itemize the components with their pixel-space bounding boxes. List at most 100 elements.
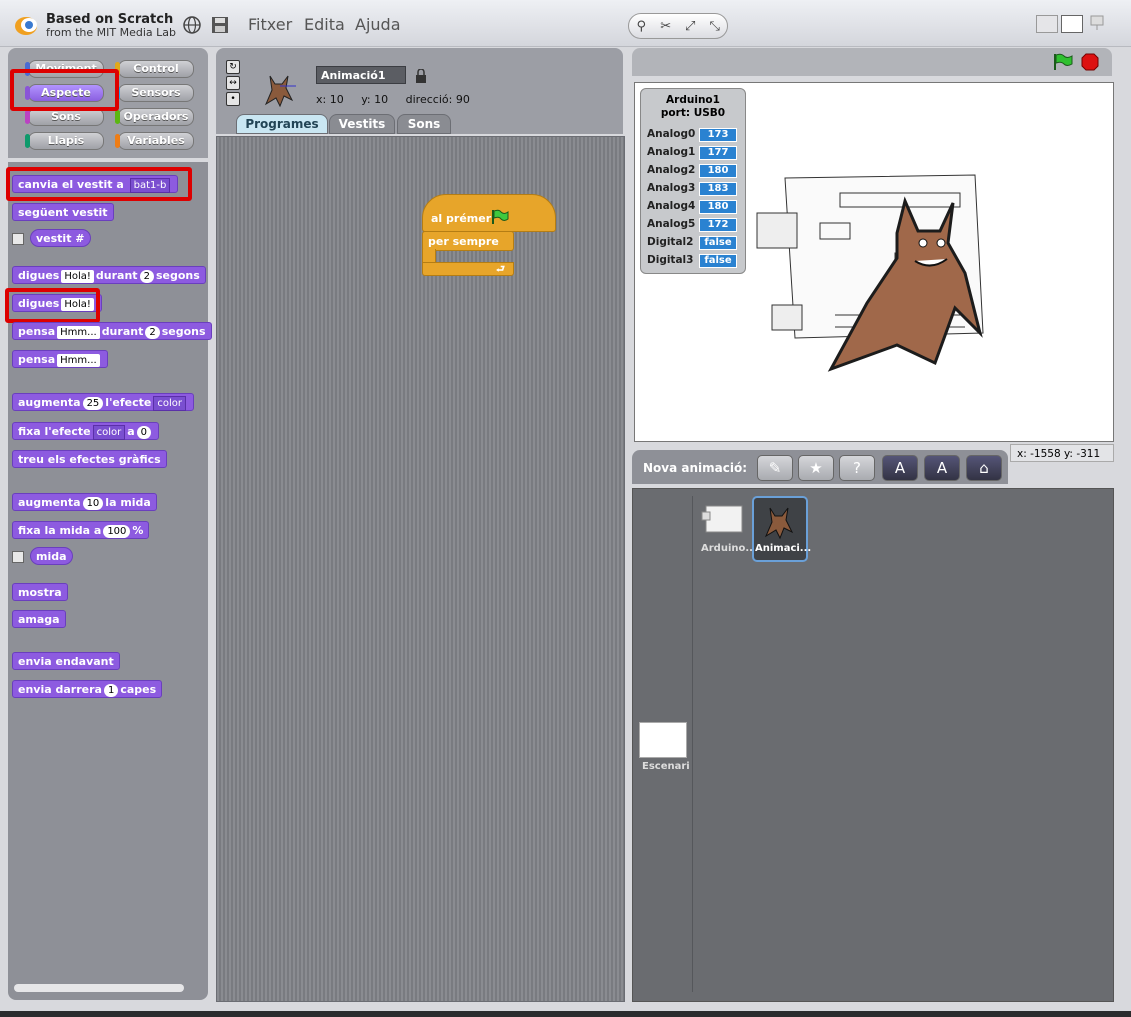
think-input[interactable]: Hmm... xyxy=(57,353,100,367)
brand-title: Based on Scratch xyxy=(46,12,174,27)
sprite-thumb-arduino[interactable] xyxy=(700,500,748,540)
block-think[interactable]: pensa Hmm... xyxy=(12,350,108,368)
menu-edit[interactable]: Edita xyxy=(304,15,345,34)
set-effect-value-input[interactable]: 0 xyxy=(136,425,152,439)
watcher-row-value: 177 xyxy=(699,146,737,160)
block-show[interactable]: mostra xyxy=(12,583,68,601)
new-sprite-label: Nova animació: xyxy=(643,461,748,475)
tab-costumes[interactable]: Vestits xyxy=(329,114,395,134)
taskbar-strip xyxy=(0,1011,1131,1017)
shrink-icon[interactable]: ⤡ xyxy=(704,19,726,34)
save-disk-icon[interactable] xyxy=(210,15,230,35)
stage-thumbnail[interactable] xyxy=(639,722,687,758)
mouse-coordinates: x: -1558 y: -311 xyxy=(1010,444,1114,462)
block-when-flag-clicked[interactable]: al prémer xyxy=(422,194,556,232)
stop-button-icon[interactable] xyxy=(1081,53,1099,71)
effect-dropdown[interactable]: color xyxy=(153,395,187,411)
block-change-size[interactable]: augmenta 10 la mida xyxy=(12,493,157,511)
watcher-row-name: Digital2 xyxy=(647,236,694,248)
category-control[interactable]: Control xyxy=(115,60,194,78)
watcher-row-name: Analog4 xyxy=(647,200,696,212)
block-go-front[interactable]: envia endavant xyxy=(12,652,120,670)
watcher-row-name: Analog5 xyxy=(647,218,696,230)
category-pen[interactable]: Llapis xyxy=(25,132,104,150)
block-set-effect[interactable]: fixa l'efecte color a 0 xyxy=(12,422,160,440)
block-think-for[interactable]: pensa Hmm... durant 2 segons xyxy=(12,322,212,340)
tab-sounds[interactable]: Sons xyxy=(397,114,451,134)
watcher-port: port: USB0 xyxy=(660,107,726,119)
layers-input[interactable]: 1 xyxy=(103,683,119,697)
arduino-sprite-icon[interactable]: A xyxy=(882,455,918,481)
small-stage-icon[interactable] xyxy=(1036,15,1058,33)
block-forever[interactable]: per sempre xyxy=(422,231,514,251)
say-secs-input[interactable]: 2 xyxy=(139,269,154,283)
costume-num-checkbox[interactable] xyxy=(12,233,24,245)
think-secs-input[interactable]: 2 xyxy=(145,325,160,339)
category-operators[interactable]: Operadors xyxy=(115,108,194,126)
category-variables[interactable]: Variables xyxy=(115,132,194,150)
corral-divider xyxy=(692,496,693,992)
presentation-mode-icon[interactable] xyxy=(1090,15,1104,31)
stage-label: Escenari xyxy=(642,761,690,772)
arduino-edit-icon[interactable]: A xyxy=(924,455,960,481)
block-change-effect[interactable]: augmenta 25 l'efecte color xyxy=(12,393,195,411)
block-costume-num[interactable]: vestit # xyxy=(30,229,91,247)
set-effect-dropdown[interactable]: color xyxy=(92,424,126,440)
palette-scrollbar[interactable] xyxy=(14,984,184,992)
paint-sprite-icon[interactable]: ✎ xyxy=(757,455,793,481)
block-size[interactable]: mida xyxy=(30,547,73,565)
watcher-row-name: Analog3 xyxy=(647,182,696,194)
tab-scripts[interactable]: Programes xyxy=(236,114,328,134)
loop-arrow-icon: ⮐ xyxy=(496,264,505,275)
category-sensing[interactable]: Sensors xyxy=(115,84,194,102)
block-hide[interactable]: amaga xyxy=(12,610,66,628)
sprite-label-arduino: Arduino... xyxy=(701,543,757,554)
watcher-row-name: Digital3 xyxy=(647,254,694,266)
watcher-row-name: Analog2 xyxy=(647,164,696,176)
size-checkbox[interactable] xyxy=(12,551,24,563)
scripts-area[interactable] xyxy=(216,136,625,1002)
cut-icon[interactable]: ✂ xyxy=(655,19,677,34)
stage-header xyxy=(632,48,1112,76)
normal-stage-icon[interactable] xyxy=(1061,15,1083,33)
highlight-switch-costume xyxy=(6,167,192,201)
arduino-watcher[interactable]: Arduino1 port: USB0 Analog0 173 Analog1 17… xyxy=(640,88,746,274)
watcher-row-value: 172 xyxy=(699,218,737,232)
size-input[interactable]: 100 xyxy=(103,524,131,538)
stamp-icon[interactable]: ⚲ xyxy=(630,19,652,34)
green-flag-icon xyxy=(492,209,509,224)
random-sprite-icon[interactable]: ? xyxy=(839,455,875,481)
block-go-back[interactable]: envia darrera 1 capes xyxy=(12,680,163,698)
grow-icon[interactable]: ⤢ xyxy=(679,19,701,34)
size-change-input[interactable]: 10 xyxy=(82,496,104,510)
bat-thumb-icon xyxy=(764,507,794,540)
block-set-size[interactable]: fixa la mida a 100% xyxy=(12,521,150,539)
language-globe-icon[interactable] xyxy=(182,15,202,35)
choose-sprite-icon[interactable]: ★ xyxy=(798,455,834,481)
no-rotate-icon[interactable]: • xyxy=(226,92,240,106)
forever-left-arm xyxy=(422,249,436,263)
menu-file[interactable]: Fitxer xyxy=(248,15,292,34)
green-flag-button-icon[interactable] xyxy=(1052,53,1074,71)
block-say-for[interactable]: digues Hola! durant 2 segons xyxy=(12,266,206,284)
watcher-row-value: 180 xyxy=(699,164,737,178)
block-clear-effects[interactable]: treu els efectes gràfics xyxy=(12,450,167,468)
lock-icon[interactable] xyxy=(415,69,427,83)
sprite-name-field[interactable]: Animació1 xyxy=(316,66,406,84)
think-text-input[interactable]: Hmm... xyxy=(57,325,100,339)
flip-mode-icon[interactable]: ↔ xyxy=(226,76,240,90)
sprite-y: 10 xyxy=(374,93,389,106)
sprite-thumbnail-bat xyxy=(264,75,296,108)
forever-bottom-arm: ⮐ xyxy=(422,262,514,276)
watcher-row-name: Analog1 xyxy=(647,146,696,158)
watcher-title: Arduino1 xyxy=(666,94,720,106)
block-next-costume[interactable]: següent vestit xyxy=(12,203,114,221)
sprite-label-animacio: Animaci... xyxy=(755,543,812,554)
scratch-logo-icon xyxy=(15,17,37,35)
menu-help[interactable]: Ajuda xyxy=(355,15,401,34)
effect-amount-input[interactable]: 25 xyxy=(82,396,104,410)
highlight-looks xyxy=(10,69,119,111)
rotate-mode-icon[interactable]: ↻ xyxy=(226,60,240,74)
arduino-folder-icon[interactable]: ⌂ xyxy=(966,455,1002,481)
say-text-input[interactable]: Hola! xyxy=(61,269,94,283)
